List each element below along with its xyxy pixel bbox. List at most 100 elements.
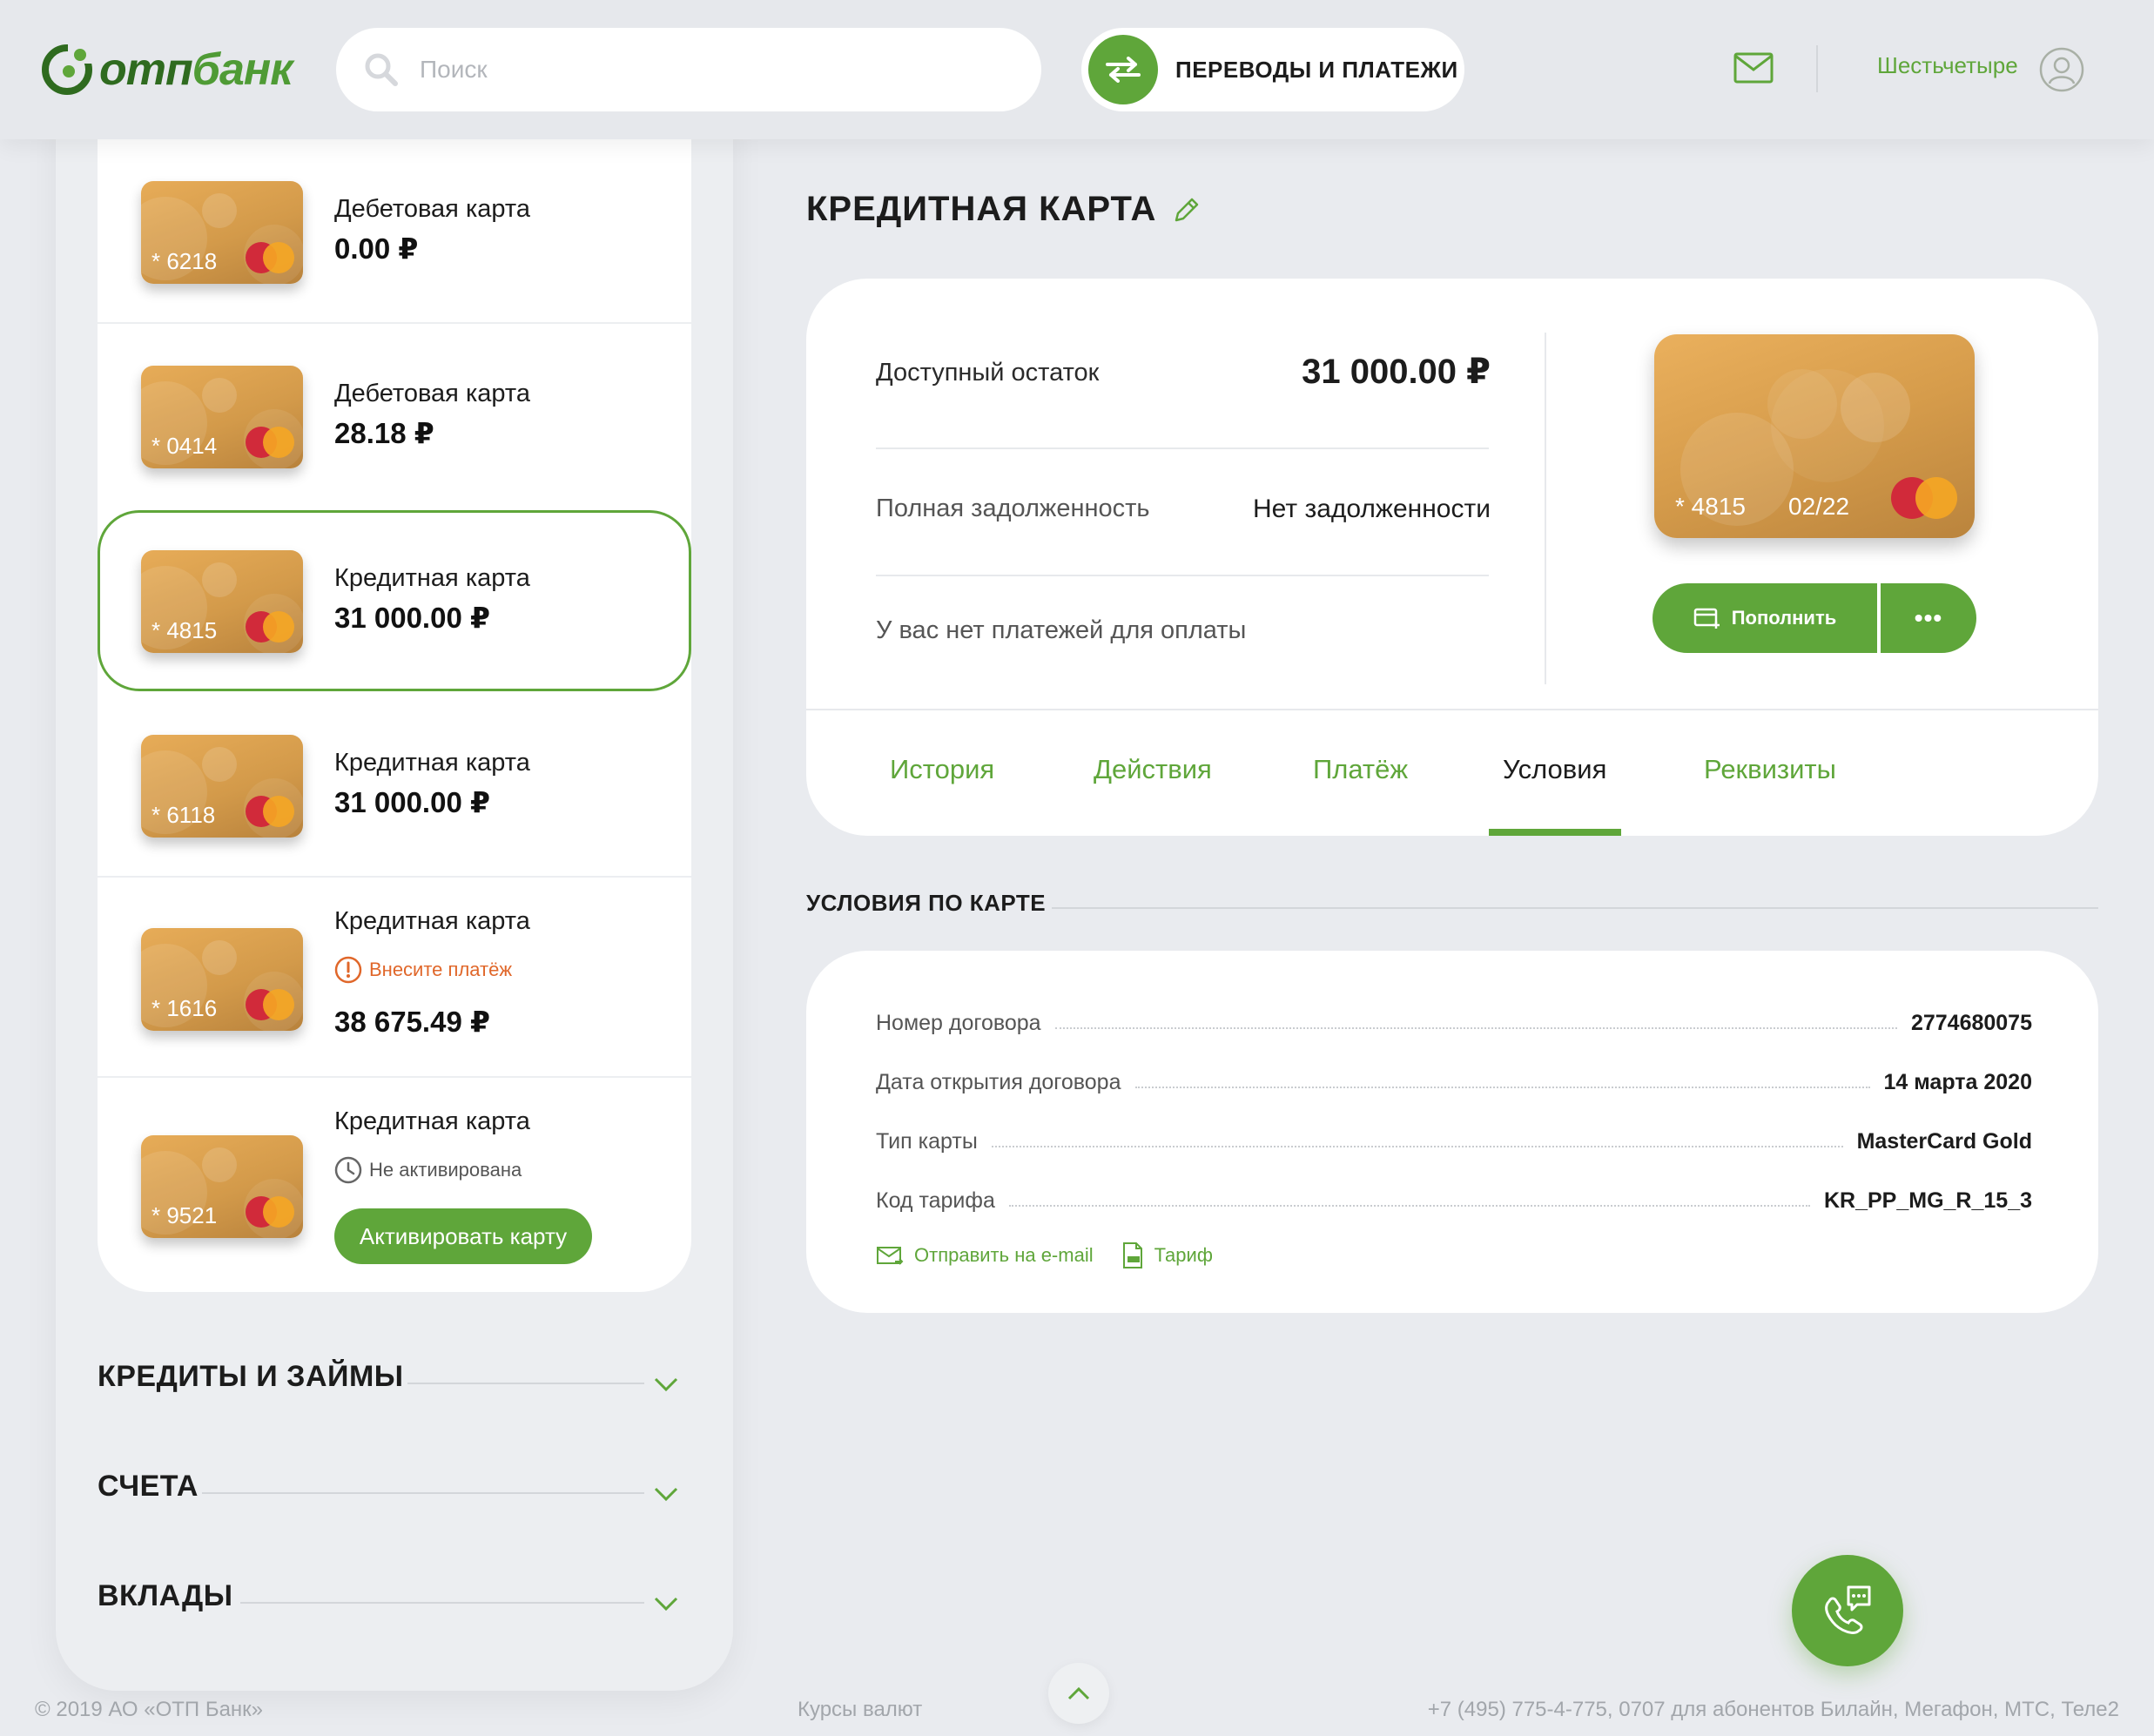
top-header: отпбанк Поиск ПЕРЕВОДЫ И ПЛАТЕЖИ Шестьче…	[0, 0, 2154, 139]
card-title: Кредитная карта	[334, 907, 530, 935]
card-thumbnail: * 1616	[141, 928, 303, 1031]
card-item-6218[interactable]: * 6218 Дебетовая карта 0.00 ₽	[98, 139, 691, 324]
logo-text: отпбанк	[99, 44, 293, 95]
term-label: Номер договора	[876, 1011, 1041, 1035]
section-label: СЧЕТА	[98, 1470, 199, 1503]
card-expiry: 02/22	[1788, 493, 1850, 520]
card-number: * 6218	[151, 248, 218, 274]
no-payments-text: У вас нет платежей для оплаты	[876, 616, 1247, 644]
mail-icon[interactable]	[1733, 50, 1774, 85]
section-deposits[interactable]: ВКЛАДЫ	[98, 1579, 690, 1632]
footer-copyright: © 2019 АО «ОТП Банк»	[35, 1698, 264, 1721]
section-label: КРЕДИТЫ И ЗАЙМЫ	[98, 1360, 404, 1393]
heading-divider	[1052, 907, 2098, 909]
transfers-payments-button[interactable]: ПЕРЕВОДЫ И ПЛАТЕЖИ	[1081, 28, 1464, 111]
card-number: * 1616	[151, 995, 218, 1021]
term-label: Код тарифа	[876, 1188, 995, 1213]
activate-card-button[interactable]: Активировать карту	[334, 1208, 592, 1264]
mastercard-icon	[246, 796, 294, 827]
term-value: 2774680075	[1910, 1011, 2032, 1035]
transfer-icon	[1088, 35, 1158, 104]
card-item-9521[interactable]: * 9521 Кредитная карта Не активирована А…	[98, 1078, 691, 1292]
card-thumbnail: * 6218	[141, 181, 303, 284]
total-debt-value: Нет задолженности	[1253, 495, 1491, 523]
page-title: КРЕДИТНАЯ КАРТА	[806, 190, 1202, 229]
term-value: 14 марта 2020	[1883, 1070, 2032, 1094]
card-item-1616[interactable]: * 1616 Кредитная карта Внесите платёж 38…	[98, 878, 691, 1078]
tab-history[interactable]: История	[890, 754, 994, 785]
term-links: Отправить на e-mail Тариф	[876, 1241, 1241, 1269]
term-value: MasterCard Gold	[1856, 1129, 2032, 1154]
chevron-down-icon	[654, 1487, 678, 1502]
search-bar[interactable]: Поиск	[336, 28, 1041, 111]
card-terms-heading: УСЛОВИЯ ПО КАРТЕ	[806, 890, 1047, 916]
tab-payment[interactable]: Платёж	[1313, 754, 1408, 785]
term-value: KR_PP_MG_R_15_3	[1823, 1188, 2032, 1213]
card-item-0414[interactable]: * 0414 Дебетовая карта 28.18 ₽	[98, 324, 691, 508]
card-balance: 28.18 ₽	[334, 417, 434, 449]
chevron-down-icon	[654, 1597, 678, 1612]
available-balance-label: Доступный остаток	[876, 359, 1100, 387]
total-debt-label: Полная задолженность	[876, 495, 1150, 522]
term-row-open-date: Дата открытия договора 14 марта 2020	[876, 1064, 2032, 1095]
footer-exchange-rates-link[interactable]: Курсы валют	[798, 1698, 922, 1722]
chevron-up-icon	[1067, 1686, 1090, 1700]
pdf-icon	[1122, 1242, 1142, 1268]
card-number: * 6118	[151, 802, 216, 828]
send-email-link[interactable]: Отправить на e-mail	[876, 1244, 1094, 1267]
tab-actions[interactable]: Действия	[1094, 754, 1212, 785]
page-title-text: КРЕДИТНАЯ КАРТА	[806, 190, 1157, 228]
edit-pencil-icon[interactable]	[1172, 195, 1202, 225]
card-title: Дебетовая карта	[334, 380, 530, 407]
otp-bank-logo[interactable]: отпбанк	[42, 42, 293, 98]
card-image: * 4815 02/22	[1654, 334, 1975, 538]
card-thumbnail: * 9521	[141, 1135, 303, 1238]
card-title: Кредитная карта	[334, 749, 530, 777]
term-row-card-type: Тип карты MasterCard Gold	[876, 1123, 2032, 1154]
available-balance-value: 31 000.00 ₽	[1302, 353, 1491, 391]
term-label: Дата открытия договора	[876, 1070, 1121, 1094]
card-balance: 38 675.49 ₽	[334, 1006, 490, 1038]
tariff-link[interactable]: Тариф	[1121, 1241, 1213, 1269]
user-avatar-icon[interactable]	[2039, 47, 2084, 92]
card-number: * 4815	[1675, 493, 1746, 520]
term-row-contract-number: Номер договора 2774680075	[876, 1005, 2032, 1036]
mastercard-icon	[246, 427, 294, 458]
mastercard-icon	[246, 1196, 294, 1228]
chevron-down-icon	[654, 1377, 678, 1392]
tab-conditions[interactable]: Условия	[1503, 754, 1606, 785]
topup-card-icon	[1693, 608, 1720, 629]
card-thumbnail: * 6118	[141, 735, 303, 838]
card-balance: 31 000.00 ₽	[334, 786, 490, 818]
transfer-label: ПЕРЕВОДЫ И ПЛАТЕЖИ	[1175, 56, 1458, 83]
mastercard-icon	[1891, 477, 1957, 519]
term-row-tariff-code: Код тарифа KR_PP_MG_R_15_3	[876, 1182, 2032, 1214]
scroll-to-top-button[interactable]	[1048, 1663, 1109, 1724]
mastercard-icon	[246, 989, 294, 1020]
card-title: Кредитная карта	[334, 1107, 530, 1135]
payment-warning: Внесите платёж	[334, 956, 512, 984]
activation-status: Не активирована	[334, 1156, 522, 1184]
card-item-6118[interactable]: * 6118 Кредитная карта 31 000.00 ₽	[98, 693, 691, 878]
section-credits-loans[interactable]: КРЕДИТЫ И ЗАЙМЫ	[98, 1360, 690, 1412]
header-divider	[1816, 45, 1818, 92]
active-tab-indicator	[1489, 829, 1621, 836]
search-input[interactable]: Поиск	[420, 56, 488, 84]
send-email-text: Отправить на e-mail	[914, 1244, 1094, 1266]
cards-list: * 6218 Дебетовая карта 0.00 ₽ * 0414 Деб…	[98, 139, 691, 1292]
email-icon	[877, 1247, 904, 1265]
call-chat-button[interactable]	[1792, 1555, 1903, 1666]
selected-card-outline	[98, 510, 691, 691]
warning-icon	[334, 956, 362, 984]
card-terms-panel: Номер договора 2774680075 Дата открытия …	[806, 951, 2098, 1313]
card-balance: 0.00 ₽	[334, 232, 419, 265]
tariff-text: Тариф	[1154, 1244, 1213, 1266]
account-summary-card: Доступный остаток 31 000.00 ₽ Полная зад…	[806, 279, 2098, 836]
more-actions-button[interactable]: •••	[1881, 583, 1976, 653]
section-accounts[interactable]: СЧЕТА	[98, 1470, 690, 1522]
user-name[interactable]: Шестьчетыре	[1877, 52, 2018, 79]
term-label: Тип карты	[876, 1129, 978, 1154]
mastercard-icon	[246, 242, 294, 273]
tab-requisites[interactable]: Реквизиты	[1704, 754, 1836, 785]
topup-button[interactable]: Пополнить	[1653, 583, 1877, 653]
